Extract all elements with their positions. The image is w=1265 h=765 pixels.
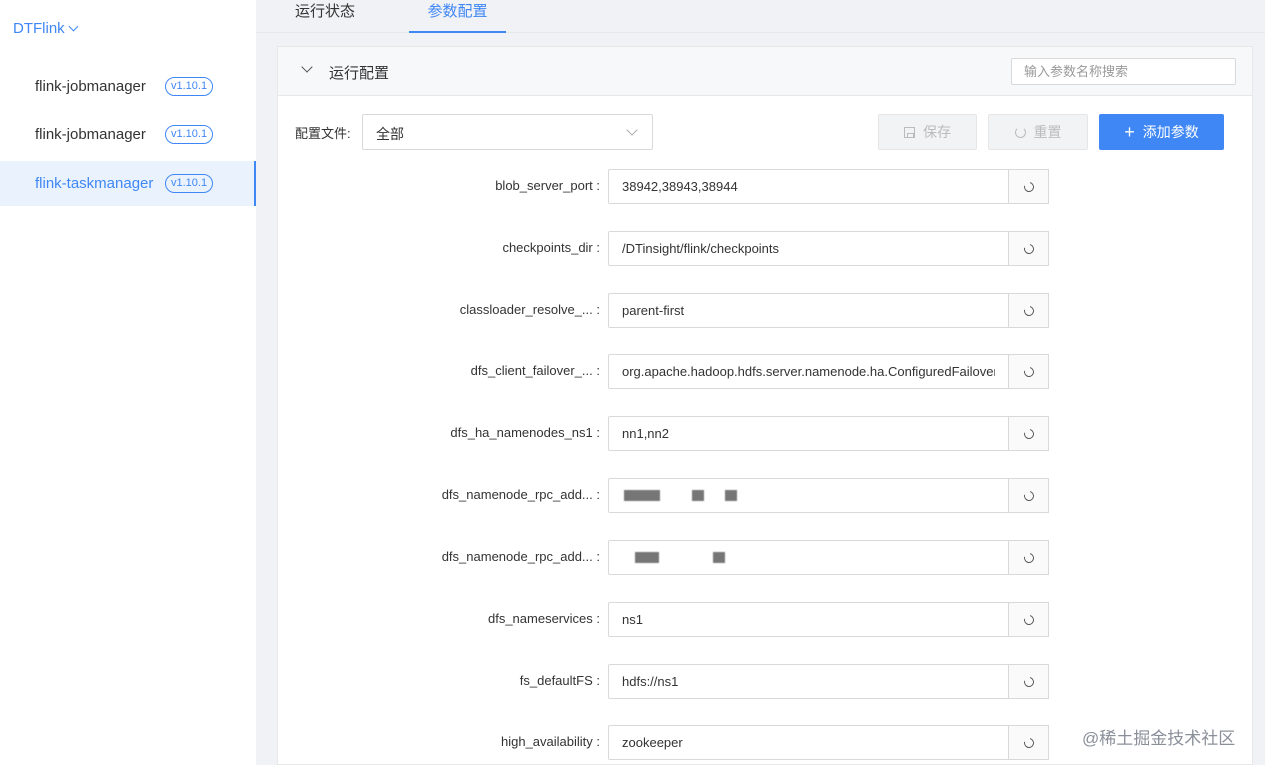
param-search-input[interactable] (1011, 58, 1236, 85)
sidebar-item-label: flink-jobmanager (35, 126, 146, 143)
add-param-button[interactable]: + 添加参数 (1099, 114, 1224, 150)
cluster-selector[interactable]: DTFlink (13, 20, 79, 37)
param-value-input[interactable] (608, 416, 1009, 451)
param-key: dfs_client_failover_... : (470, 363, 600, 378)
param-value-input[interactable] (608, 664, 1009, 699)
tab-run-status[interactable]: 运行状态 (294, 0, 356, 33)
config-file-select[interactable]: 全部 (362, 114, 653, 150)
param-row: dfs_ha_namenodes_ns1 : (278, 416, 1252, 452)
reset-button-label: 重置 (1033, 124, 1062, 140)
reset-icon (1021, 179, 1036, 194)
param-key: dfs_namenode_rpc_add... : (441, 549, 600, 564)
redacted-block (692, 490, 704, 501)
param-value-input-redacted[interactable] (608, 540, 1009, 575)
panel-header[interactable]: 运行配置 (278, 47, 1252, 96)
param-value-input[interactable] (608, 354, 1009, 389)
plus-icon: + (1124, 122, 1135, 142)
version-badge: v1.10.1 (165, 125, 214, 144)
reset-icon (1021, 488, 1036, 503)
reset-param-button[interactable] (1008, 354, 1049, 389)
param-row: dfs_namenode_rpc_add... : (278, 540, 1252, 576)
reset-icon (1021, 364, 1036, 379)
redacted-block (624, 490, 660, 501)
save-button[interactable]: 保存 (878, 114, 977, 150)
reset-icon (1021, 241, 1036, 256)
config-panel: 运行配置 配置文件: 全部 保存 重置 + 添加参数 blob_server_p… (277, 46, 1253, 765)
reset-icon (1014, 126, 1026, 138)
param-value-input[interactable] (608, 169, 1009, 204)
sidebar: DTFlink flink-jobmanager v1.10.1 flink-j… (0, 0, 256, 765)
reset-param-button[interactable] (1008, 664, 1049, 699)
reset-param-button[interactable] (1008, 602, 1049, 637)
redacted-block (713, 552, 725, 563)
chevron-down-icon (626, 124, 638, 136)
reset-icon (1021, 550, 1036, 565)
sidebar-item-label: flink-jobmanager (35, 78, 146, 95)
chevron-down-icon (68, 21, 79, 32)
watermark: @稀土掘金技术社区 (1082, 729, 1236, 748)
save-icon (904, 126, 915, 138)
reset-param-button[interactable] (1008, 540, 1049, 575)
param-key: dfs_namenode_rpc_add... : (441, 487, 600, 502)
reset-icon (1021, 426, 1036, 441)
param-value-input[interactable] (608, 725, 1009, 760)
param-key: fs_defaultFS : (519, 673, 600, 688)
reset-param-button[interactable] (1008, 416, 1049, 451)
param-row: dfs_namenode_rpc_add... : (278, 478, 1252, 514)
sidebar-item-jobmanager-2[interactable]: flink-jobmanager v1.10.1 (0, 112, 256, 157)
param-value-input[interactable] (608, 231, 1009, 266)
param-row: dfs_client_failover_... : (278, 354, 1252, 390)
reset-param-button[interactable] (1008, 725, 1049, 760)
param-row: fs_defaultFS : (278, 664, 1252, 700)
param-row: dfs_nameservices : (278, 602, 1252, 638)
param-key: dfs_nameservices : (487, 611, 600, 626)
sidebar-item-label: flink-taskmanager (35, 175, 154, 192)
tab-param-config[interactable]: 参数配置 (409, 0, 506, 33)
add-param-button-label: 添加参数 (1142, 124, 1199, 140)
redacted-block (725, 490, 737, 501)
param-key: high_availability : (500, 734, 600, 749)
config-file-label: 配置文件: (295, 126, 351, 141)
version-badge: v1.10.1 (165, 174, 214, 193)
param-value-input[interactable] (608, 293, 1009, 328)
sidebar-item-jobmanager-1[interactable]: flink-jobmanager v1.10.1 (0, 64, 256, 109)
reset-param-button[interactable] (1008, 169, 1049, 204)
reset-icon (1021, 674, 1036, 689)
reset-param-button[interactable] (1008, 293, 1049, 328)
reset-icon (1021, 735, 1036, 750)
reset-param-button[interactable] (1008, 231, 1049, 266)
param-row: classloader_resolve_... : (278, 293, 1252, 329)
reset-icon (1021, 303, 1036, 318)
version-badge: v1.10.1 (165, 77, 214, 96)
reset-icon (1021, 612, 1036, 627)
param-row: blob_server_port : (278, 169, 1252, 205)
param-value-input[interactable] (608, 602, 1009, 637)
param-row: checkpoints_dir : (278, 231, 1252, 267)
tab-bar: 运行状态 参数配置 (256, 0, 1265, 33)
param-key: dfs_ha_namenodes_ns1 : (450, 425, 600, 440)
param-value-input-redacted[interactable] (608, 478, 1009, 513)
param-key: blob_server_port : (495, 178, 600, 193)
param-key: classloader_resolve_... : (459, 302, 600, 317)
reset-button[interactable]: 重置 (988, 114, 1088, 150)
save-button-label: 保存 (923, 124, 951, 140)
config-file-value: 全部 (376, 126, 404, 142)
redacted-block (635, 552, 659, 563)
panel-title: 运行配置 (329, 65, 390, 82)
param-key: checkpoints_dir : (502, 240, 600, 255)
cluster-name: DTFlink (13, 20, 65, 37)
reset-param-button[interactable] (1008, 478, 1049, 513)
collapse-caret-icon[interactable] (301, 61, 313, 73)
sidebar-item-taskmanager[interactable]: flink-taskmanager v1.10.1 (0, 161, 256, 206)
